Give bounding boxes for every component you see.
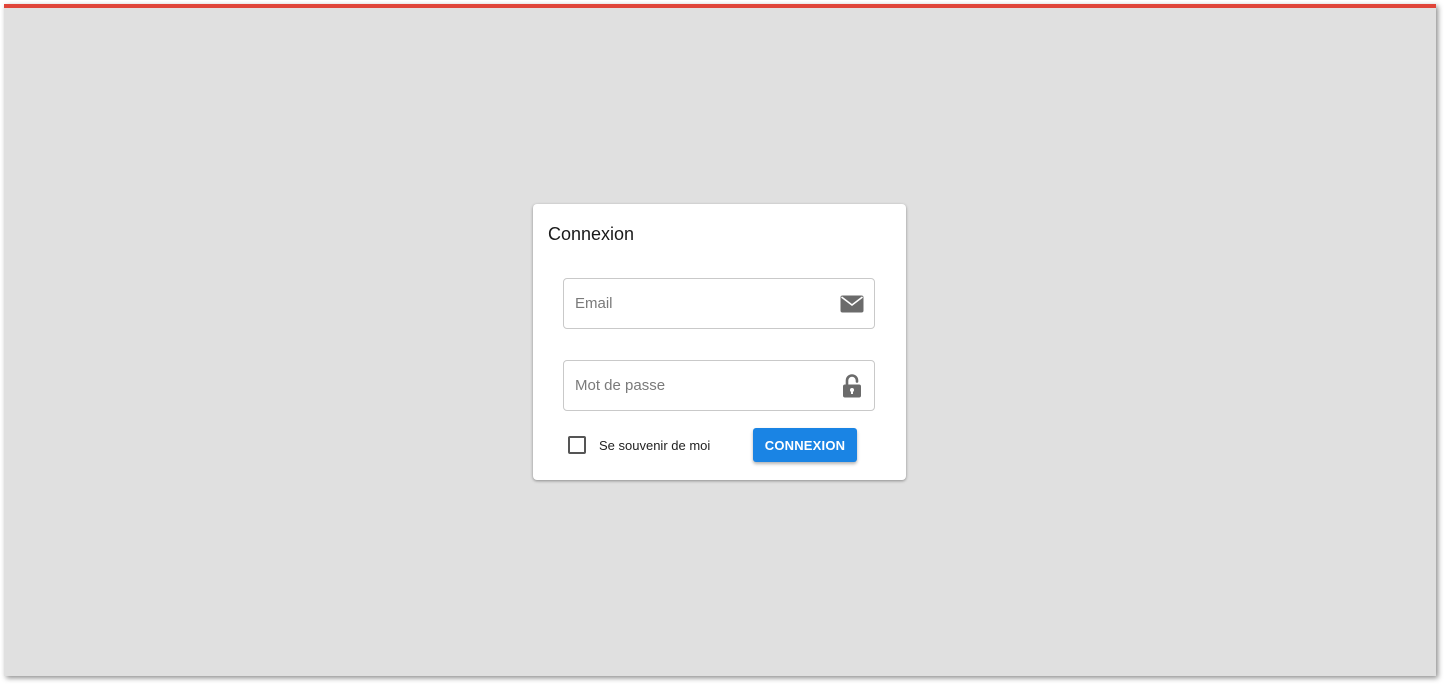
password-field [563, 360, 875, 411]
remember-me[interactable]: Se souvenir de moi [568, 436, 710, 454]
remember-me-label: Se souvenir de moi [599, 437, 711, 453]
envelope-icon [840, 292, 864, 316]
login-button[interactable]: CONNEXION [753, 428, 857, 462]
login-card: Connexion Se so [533, 204, 906, 480]
login-title: Connexion [548, 224, 635, 244]
unlock-icon [840, 373, 864, 398]
email-field [563, 278, 875, 329]
app-window: Connexion Se so [4, 4, 1436, 676]
email-input[interactable] [564, 279, 874, 328]
top-accent-bar [4, 4, 1436, 8]
remember-me-checkbox[interactable] [568, 436, 586, 454]
password-input[interactable] [564, 361, 874, 410]
